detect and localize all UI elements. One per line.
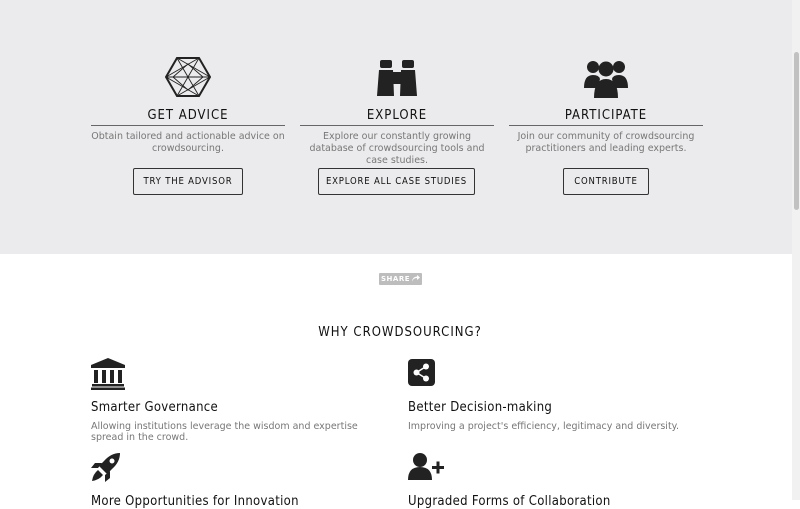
explore-all-case-studies-button[interactable]: EXPLORE ALL CASE STUDIES [318, 168, 475, 195]
user-plus-icon [408, 452, 708, 486]
contribute-button[interactable]: CONTRIBUTE [563, 168, 649, 195]
feature-title: Upgraded Forms of Collaboration [408, 494, 611, 509]
participate-title: PARTICIPATE [509, 108, 703, 126]
feature-description: Improving a project's efficiency, legiti… [408, 421, 679, 432]
participate-column: PARTICIPATE Join our community of crowds… [509, 56, 703, 155]
share-label: SHARE [381, 275, 410, 283]
explore-description: Explore our constantly growing database … [309, 131, 485, 166]
share-nodes-icon [408, 358, 708, 392]
feature-title: Smarter Governance [91, 400, 219, 415]
get-advice-column: GET ADVICE Obtain tailored and actionabl… [91, 56, 285, 155]
get-advice-description: Obtain tailored and actionable advice on… [91, 131, 285, 154]
why-crowdsourcing-heading: WHY CROWDSOURCING? [318, 325, 482, 340]
feature-upgraded-forms: Upgraded Forms of Collaboration [408, 452, 708, 509]
share-arrow-icon [412, 274, 420, 284]
scrollbar-thumb[interactable] [794, 52, 799, 210]
feature-better-decision-making: Better Decision-making Improving a proje… [408, 358, 708, 432]
get-advice-title: GET ADVICE [91, 108, 285, 126]
explore-column: EXPLORE Explore our constantly growing d… [300, 56, 494, 167]
feature-description: Allowing institutions leverage the wisdo… [91, 421, 358, 443]
feature-smarter-governance: Smarter Governance Allowing institutions… [91, 358, 391, 443]
institution-icon [91, 358, 391, 392]
users-group-icon [509, 56, 703, 98]
feature-title: Better Decision-making [408, 400, 553, 415]
binoculars-icon [300, 56, 494, 98]
share-button[interactable]: SHARE [379, 273, 422, 285]
participate-description: Join our community of crowdsourcing prac… [517, 131, 695, 154]
feature-more-opportunities: More Opportunities for Innovation [91, 452, 391, 509]
try-the-advisor-button[interactable]: TRY THE ADVISOR [133, 168, 243, 195]
rocket-icon [91, 452, 391, 486]
explore-title: EXPLORE [300, 108, 494, 126]
hexagon-network-icon [91, 56, 285, 98]
feature-title: More Opportunities for Innovation [91, 494, 299, 509]
